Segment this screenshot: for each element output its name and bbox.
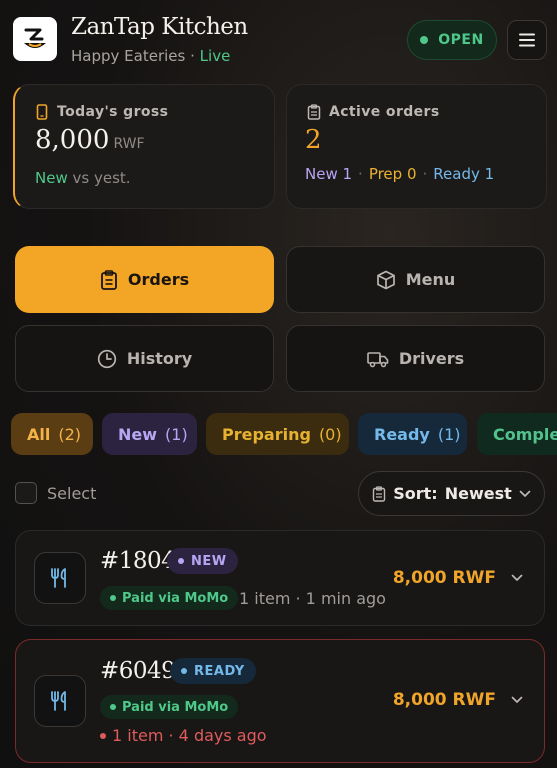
order-total: 8,000 RWF <box>392 690 496 710</box>
order-number: #6049 <box>100 658 176 684</box>
filter-chip-label: All <box>27 424 51 444</box>
payment-dot-icon <box>110 595 116 601</box>
select-toggle[interactable]: Select <box>15 482 96 504</box>
payment-label: Paid via MoMo <box>122 590 229 606</box>
payment-label: Paid via MoMo <box>122 699 229 715</box>
filter-chip-ready[interactable]: Ready (1) <box>358 413 467 455</box>
order-meta: 1 item · 1 min ago <box>239 589 386 608</box>
active-orders-count: 2 <box>305 125 322 155</box>
active-orders-label-text: Active orders <box>329 104 440 120</box>
status-badge-label: READY <box>194 663 245 679</box>
gross-label: Today's gross <box>35 104 168 120</box>
filter-chip-count: (1) <box>165 424 188 444</box>
status-badge-label: NEW <box>191 553 227 569</box>
order-card[interactable]: #1804 NEW Paid via MoMo 1 item · 1 min a… <box>15 530 545 626</box>
clock-icon <box>97 349 116 368</box>
subtitle-separator: · <box>190 47 195 65</box>
restaurant-name: ZanTap Kitchen <box>71 14 248 40</box>
chevron-down-icon <box>519 490 531 497</box>
filter-chip-count: (0) <box>318 424 342 444</box>
filter-chip-count: (2) <box>58 424 82 444</box>
active-orders-label: Active orders <box>307 104 440 120</box>
live-indicator: Live <box>199 47 231 65</box>
status-dot-icon <box>181 668 187 674</box>
status-badge: NEW <box>167 548 238 574</box>
chef-bowl-icon <box>24 28 46 48</box>
payment-badge: Paid via MoMo <box>100 695 239 719</box>
utensils-icon <box>51 568 66 588</box>
nav-orders-button[interactable]: Orders <box>15 246 274 313</box>
active-orders-breakdown: New 1 · Prep 0 · Ready 1 <box>305 165 494 183</box>
ready-count: Ready 1 <box>433 165 495 183</box>
nav-menu-label: Menu <box>405 270 456 289</box>
order-type-badge <box>34 675 86 727</box>
app-header: ZanTap Kitchen Happy Eateries · Live OPE… <box>0 0 557 80</box>
box-icon <box>376 270 395 289</box>
hamburger-icon <box>519 33 535 47</box>
status-filter-bar: All (2) New (1) Preparing (0) Ready (1) … <box>0 413 557 457</box>
order-total: 8,000 RWF <box>392 568 496 588</box>
gross-value: 8,000 RWF <box>35 125 145 155</box>
active-orders-card: Active orders 2 New 1 · Prep 0 · Ready 1 <box>286 84 547 209</box>
store-status-label: OPEN <box>438 32 484 48</box>
order-type-badge <box>34 552 86 604</box>
filter-chip-label: New <box>118 424 158 444</box>
sort-label: Sort: <box>393 484 438 503</box>
status-badge: READY <box>170 658 256 684</box>
filter-chip-count: (1) <box>437 424 461 444</box>
chevron-down-icon[interactable] <box>510 693 524 707</box>
filter-chip-completed[interactable]: Completed <box>477 413 557 455</box>
store-status-toggle[interactable]: OPEN <box>407 20 497 60</box>
status-dot-icon <box>178 558 184 564</box>
filter-chip-preparing[interactable]: Preparing (0) <box>206 413 349 455</box>
select-label: Select <box>47 483 97 503</box>
gross-label-text: Today's gross <box>57 104 169 120</box>
phone-icon <box>36 104 48 120</box>
chevron-down-icon[interactable] <box>510 571 524 585</box>
order-meta: 1 item · 4 days ago <box>100 726 267 745</box>
filter-chip-all[interactable]: All (2) <box>11 413 93 455</box>
sort-value: Newest <box>444 484 512 503</box>
order-meta-text: 1 item · 4 days ago <box>112 726 267 745</box>
nav-orders-label: Orders <box>127 270 190 289</box>
truck-icon <box>367 351 389 367</box>
clipboard-icon <box>373 485 386 502</box>
restaurant-logo <box>13 17 57 61</box>
nav-history-label: History <box>126 349 193 368</box>
overdue-dot-icon <box>100 732 106 739</box>
restaurant-subtitle: Happy Eateries · Live <box>71 47 230 65</box>
nav-drivers-button[interactable]: Drivers <box>286 325 545 392</box>
filter-chip-label: Completed <box>493 424 557 444</box>
gross-unit: RWF <box>113 136 145 152</box>
order-number: #1804 <box>100 548 176 574</box>
clipboard-icon <box>307 104 321 120</box>
gross-amount: 8,000 <box>35 125 110 155</box>
gross-trend-value: New <box>35 169 68 187</box>
hamburger-menu-button[interactable] <box>507 20 547 60</box>
order-card[interactable]: #6049 READY Paid via MoMo 1 item · 4 day… <box>15 639 545 763</box>
nav-history-button[interactable]: History <box>15 325 274 392</box>
breakdown-separator: · <box>358 165 363 183</box>
gross-card: Today's gross 8,000 RWF New vs yest. <box>13 84 275 209</box>
nav-menu-button[interactable]: Menu <box>286 246 545 313</box>
filter-chip-label: Ready <box>374 424 430 444</box>
payment-badge: Paid via MoMo <box>100 586 239 610</box>
gross-trend: New vs yest. <box>35 169 131 187</box>
filter-chip-new[interactable]: New (1) <box>102 413 197 455</box>
status-dot-icon <box>420 36 429 44</box>
filter-chip-label: Preparing <box>222 424 311 444</box>
sort-dropdown[interactable]: Sort: Newest <box>358 471 545 516</box>
gross-trend-suffix: vs yest. <box>72 169 131 187</box>
breakdown-separator: · <box>422 165 428 183</box>
nav-drivers-label: Drivers <box>398 349 465 368</box>
new-count: New 1 <box>305 165 353 183</box>
utensils-icon <box>51 691 66 711</box>
clipboard-icon <box>100 269 117 290</box>
payment-dot-icon <box>110 704 116 710</box>
prep-count: Prep 0 <box>368 165 417 183</box>
select-all-checkbox[interactable] <box>15 482 37 504</box>
business-name: Happy Eateries <box>71 47 186 65</box>
